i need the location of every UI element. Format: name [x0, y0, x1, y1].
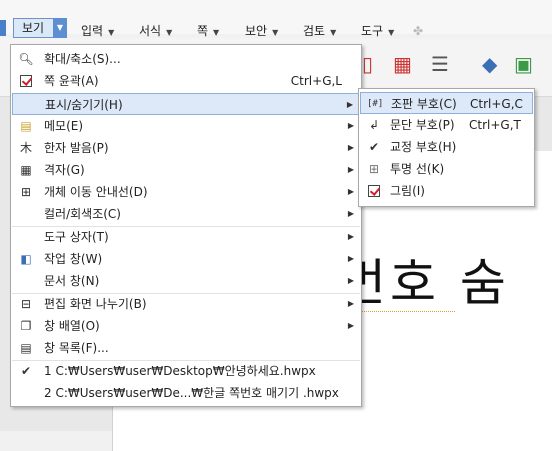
submenu-arrow-icon: ▶	[347, 254, 354, 263]
object-guide-icon: ⊞	[20, 185, 32, 199]
paragraph-mark-icon: ↲	[368, 118, 380, 132]
submenu-arrow-icon: ▶	[347, 321, 354, 330]
chevron-down-icon: ▼	[166, 28, 173, 37]
task-pane-icon: ◧	[20, 252, 32, 266]
chevron-down-icon: ▼	[213, 28, 220, 37]
menu-view-label: 보기	[22, 21, 45, 35]
chevron-down-icon: ▼	[272, 28, 279, 37]
submenu-item-pictures[interactable]: 그림(I)	[360, 180, 533, 202]
menu-item-page-outline[interactable]: 쪽 윤곽(A) Ctrl+G,L	[12, 70, 360, 92]
menu-bar: 보기 ▼ 입력 ▼ 서식 ▼ 쪽 ▼ 보안 ▼ 검토 ▼ 도구 ▼ ✤	[0, 0, 552, 38]
window-list-icon: ▤	[20, 341, 32, 355]
checkbox-checked-icon	[366, 183, 382, 199]
menu-item-window-list[interactable]: ▤ 창 목록(F)...	[12, 337, 360, 359]
submenu-item-paragraph-marks[interactable]: ↲ 문단 부호(P) Ctrl+G,T	[360, 114, 533, 136]
control-code-icon: [#]	[367, 99, 384, 109]
split-screen-icon: ⊟	[20, 297, 32, 311]
two-page-icon[interactable]: ▦	[393, 52, 412, 76]
submenu-arrow-icon: ▶	[347, 165, 354, 174]
multi-page-icon[interactable]: ☰	[431, 52, 449, 76]
document-text: 번호 숨	[340, 254, 510, 312]
shape-icon[interactable]: ◆	[482, 52, 497, 76]
menu-item-grid[interactable]: ▦ 격자(G) ▶	[12, 159, 360, 181]
hanja-pronunciation-icon: 木	[19, 141, 32, 155]
chevron-down-icon: ▼	[330, 28, 337, 37]
submenu-arrow-icon: ▶	[347, 232, 354, 241]
show-hide-submenu: [#] 조판 부호(C) Ctrl+G,C ↲ 문단 부호(P) Ctrl+G,…	[358, 88, 535, 207]
menu-item-recent-file-1[interactable]: ✔ 1 C:₩Users₩user₩Desktop₩안녕하세요.hwpx	[12, 360, 360, 382]
page-layout-icon[interactable]: ▯	[362, 52, 373, 76]
menu-item-color-grayscale[interactable]: 컬러/회색조(C) ▶	[12, 203, 360, 225]
chevron-down-icon: ▼	[108, 28, 115, 37]
submenu-arrow-icon: ▶	[346, 100, 353, 109]
menu-item-zoom[interactable]: 🔍︎ 확대/축소(S)...	[12, 48, 360, 70]
menu-item-recent-file-2[interactable]: 2 C:₩Users₩user₩De...₩한글 쪽번호 매기기 .hwpx	[12, 382, 360, 404]
view-menu: 🔍︎ 확대/축소(S)... 쪽 윤곽(A) Ctrl+G,L 표시/숨기기(H…	[10, 44, 362, 407]
menu-item-object-guide[interactable]: ⊞ 개체 이동 안내선(D) ▶	[12, 181, 360, 203]
menu-item-arrange-windows[interactable]: ❐ 창 배열(O) ▶	[12, 315, 360, 337]
submenu-item-control-codes[interactable]: [#] 조판 부호(C) Ctrl+G,C	[360, 92, 533, 114]
submenu-arrow-icon: ▶	[347, 209, 354, 218]
submenu-arrow-icon: ▶	[347, 121, 354, 130]
menu-item-task-pane[interactable]: ◧ 작업 창(W) ▶	[12, 248, 360, 270]
menu-item-document-window[interactable]: 문서 창(N) ▶	[12, 270, 360, 292]
zoom-icon: 🔍︎	[18, 52, 34, 66]
submenu-arrow-icon: ▶	[347, 187, 354, 196]
grid-icon: ▦	[20, 163, 32, 177]
submenu-arrow-icon: ▶	[347, 299, 354, 308]
transparent-line-icon: ⊞	[368, 162, 380, 176]
menu-item-hanja-pronunciation[interactable]: 木 한자 발음(P) ▶	[12, 137, 360, 159]
check-icon: ✔	[20, 364, 32, 378]
proofread-mark-icon: ✔	[368, 140, 380, 154]
chevron-down-icon: ▼	[388, 28, 395, 37]
checkbox-checked-icon	[18, 73, 34, 89]
submenu-item-proofread-marks[interactable]: ✔ 교정 부호(H)	[360, 136, 533, 158]
menu-item-toolbox[interactable]: 도구 상자(T) ▶	[12, 226, 360, 248]
submenu-item-transparent-lines[interactable]: ⊞ 투명 선(K)	[360, 158, 533, 180]
picture-icon[interactable]: ▣	[514, 52, 533, 76]
menu-item-memo[interactable]: ▤ 메모(E) ▶	[12, 115, 360, 137]
arrange-windows-icon: ❐	[20, 319, 32, 333]
menu-item-split-screen[interactable]: ⊟ 편집 화면 나누기(B) ▶	[12, 293, 360, 315]
chevron-down-icon[interactable]: ▼	[53, 18, 67, 38]
submenu-arrow-icon: ▶	[347, 143, 354, 152]
submenu-arrow-icon: ▶	[347, 276, 354, 285]
menu-item-show-hide[interactable]: 표시/숨기기(H) ▶	[12, 93, 360, 115]
memo-icon: ▤	[20, 119, 32, 133]
ribbon-toggle-tab[interactable]	[0, 20, 6, 36]
